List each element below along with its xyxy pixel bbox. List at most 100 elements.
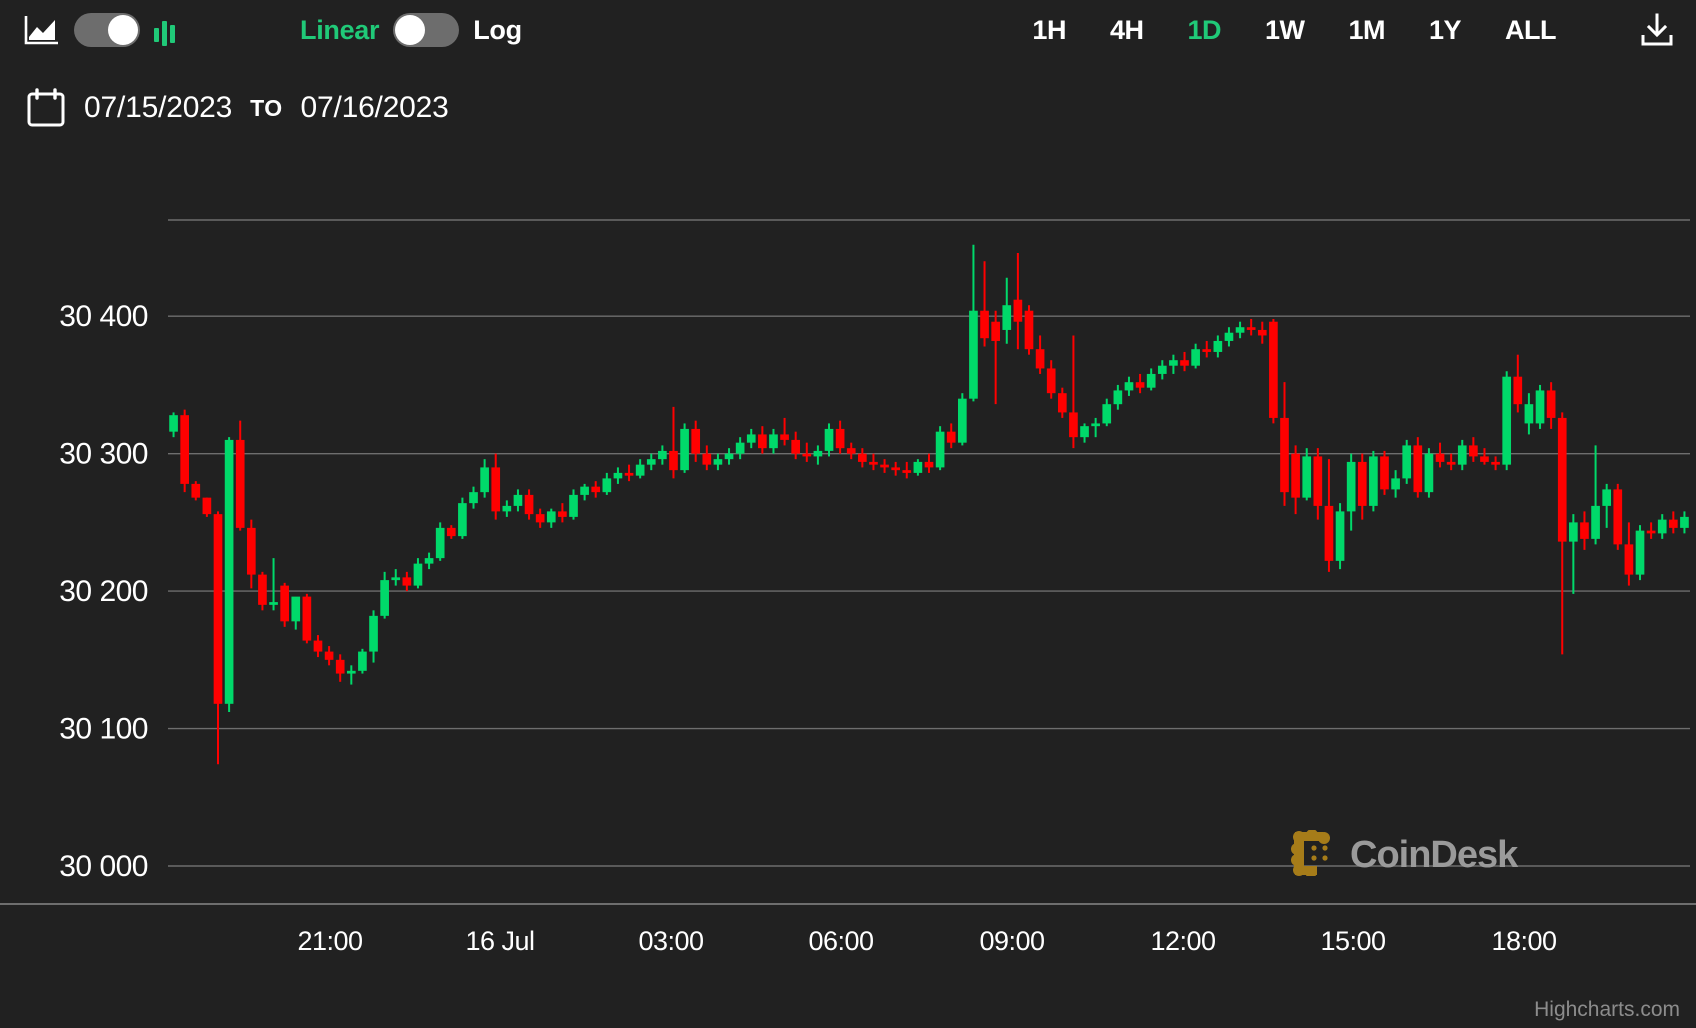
range-button-4h[interactable]: 4H	[1088, 11, 1166, 50]
candle-body	[735, 442, 745, 454]
candle-body	[1480, 456, 1489, 462]
candle-body	[1469, 445, 1478, 457]
candle-body	[302, 596, 312, 641]
candle-body	[969, 310, 978, 399]
scale-controls: Linear Log	[300, 13, 522, 47]
scale-linear-label[interactable]: Linear	[300, 15, 380, 46]
candle-body	[1113, 390, 1123, 405]
candle-body	[1569, 522, 1578, 542]
range-button-1h[interactable]: 1H	[1010, 11, 1088, 50]
candle-body	[269, 602, 278, 605]
candle-body	[624, 472, 634, 476]
date-range-picker[interactable]: 07/15/2023 TO 07/16/2023	[26, 88, 449, 128]
y-axis-tick-label: 30 300	[59, 438, 148, 471]
chart-type-toggle[interactable]	[74, 13, 140, 47]
download-icon[interactable]	[1640, 13, 1674, 47]
candle-body	[1313, 456, 1323, 506]
candlestick-chart[interactable]: 30 000 30 100 30 200 30 300 30 400 21:00 16 Ju…	[0, 160, 1696, 1028]
candle-body	[1324, 505, 1334, 561]
candle-body	[1369, 456, 1378, 506]
candle-body	[1013, 299, 1023, 322]
candle-body	[480, 467, 489, 493]
candle-body	[846, 448, 856, 454]
candle-body	[1091, 423, 1100, 427]
candle-body	[1302, 456, 1312, 498]
candle-body	[369, 615, 378, 652]
range-button-1m[interactable]: 1M	[1326, 11, 1407, 50]
highcharts-credit[interactable]: Highcharts.com	[1534, 998, 1680, 1022]
candle-body	[1002, 305, 1012, 330]
candle-body	[902, 470, 912, 473]
candle-body	[669, 450, 678, 471]
candle-body	[513, 494, 523, 506]
candle-body	[724, 453, 734, 460]
candle-body	[258, 574, 267, 605]
candle-body	[313, 640, 323, 652]
date-start[interactable]: 07/15/2023	[84, 91, 232, 125]
candle-body	[1080, 426, 1089, 438]
candle-body	[1057, 393, 1067, 413]
candle-body	[980, 310, 989, 339]
candle-body	[1657, 519, 1667, 534]
range-button-all[interactable]: ALL	[1483, 11, 1578, 50]
candle-body	[1202, 349, 1212, 352]
candle-body	[358, 651, 367, 671]
chart-type-controls	[24, 13, 182, 47]
x-axis-tick-label: 21:00	[297, 926, 362, 956]
candle-body	[335, 659, 345, 674]
candle-body	[446, 527, 456, 537]
candle-body	[946, 431, 956, 443]
x-axis-tick-label: 06:00	[808, 926, 873, 956]
range-button-1w[interactable]: 1W	[1243, 11, 1327, 50]
candle-body	[880, 464, 889, 468]
candle-body	[380, 580, 389, 616]
coindesk-logo-icon	[1290, 829, 1336, 881]
candle-body	[502, 505, 512, 512]
candle-body	[1580, 522, 1589, 539]
candle-glyph-3	[170, 25, 175, 43]
candle-body	[413, 563, 423, 586]
candle-body	[1502, 376, 1512, 465]
candle-body	[646, 459, 656, 465]
candle-body	[935, 431, 945, 468]
coindesk-wordmark: CoinDesk	[1350, 834, 1518, 876]
candle-body	[802, 453, 812, 457]
candle-body	[535, 514, 545, 523]
candle-body	[1380, 456, 1389, 490]
candle-body	[924, 461, 934, 468]
y-axis-tick-label: 30 200	[59, 575, 148, 608]
range-button-1y[interactable]: 1Y	[1407, 11, 1483, 50]
candle-body	[1157, 365, 1167, 374]
candle-body	[1257, 329, 1267, 336]
candle-body	[602, 478, 612, 493]
scale-log-label[interactable]: Log	[473, 15, 522, 46]
y-axis-tick-label: 30 400	[59, 300, 148, 333]
candle-body	[291, 596, 301, 622]
candle-body	[858, 453, 867, 462]
candlestick-icon[interactable]	[154, 14, 182, 46]
candle-body	[1635, 530, 1645, 575]
candle-body	[891, 467, 901, 471]
chart-page: Linear Log 1H 4H 1D 1W 1M 1Y ALL 07/15/2…	[0, 0, 1696, 1028]
candle-body	[1491, 461, 1500, 465]
candle-glyph-1	[154, 28, 159, 42]
candle-body	[546, 511, 556, 523]
date-end[interactable]: 07/16/2023	[300, 91, 448, 125]
candle-body	[1146, 373, 1156, 388]
candle-body	[758, 434, 767, 449]
scale-toggle[interactable]	[393, 13, 460, 47]
chart-type-toggle-knob	[108, 15, 138, 45]
candle-body	[1602, 489, 1612, 506]
candle-body	[1291, 453, 1300, 498]
range-button-1d[interactable]: 1D	[1165, 11, 1243, 50]
calendar-icon[interactable]	[26, 88, 66, 128]
x-axis-tick-label: 18:00	[1491, 926, 1556, 956]
candle-body	[169, 415, 178, 432]
candle-body	[746, 434, 756, 443]
candle-body	[869, 461, 878, 465]
candle-body	[1069, 412, 1078, 438]
candle-body	[913, 461, 923, 473]
line-chart-icon[interactable]	[24, 14, 60, 46]
candle-body	[713, 459, 723, 465]
date-separator: TO	[250, 94, 283, 121]
